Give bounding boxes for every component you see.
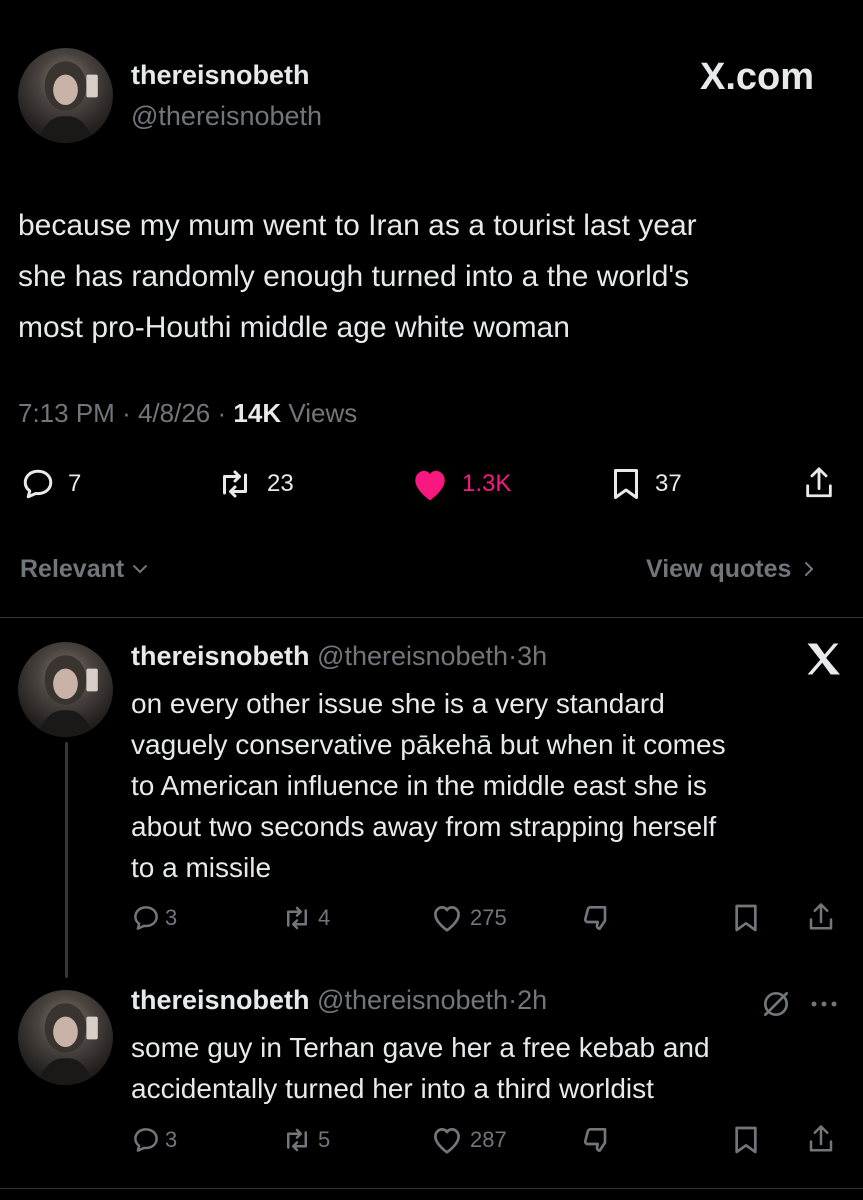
- downvote-button[interactable]: [580, 902, 614, 934]
- separator: ·: [508, 985, 518, 1015]
- downvote-icon: [580, 902, 614, 934]
- repost-button[interactable]: 4: [280, 903, 330, 933]
- repost-icon: [280, 1125, 314, 1155]
- x-logo-icon: [804, 642, 842, 676]
- post-date[interactable]: 4/8/26: [138, 398, 210, 428]
- divider: [0, 1188, 863, 1189]
- repost-icon: [215, 466, 255, 502]
- author-display-name[interactable]: thereisnobeth: [131, 60, 310, 91]
- reply-button[interactable]: 7: [20, 466, 81, 502]
- reply-text-line: vaguely conservative pākehā but when it …: [131, 729, 726, 760]
- bookmark-icon: [609, 466, 643, 502]
- separator: ·: [508, 641, 518, 671]
- reply-handle[interactable]: @thereisnobeth: [317, 985, 508, 1015]
- reply-text-line: to American influence in the middle east…: [131, 770, 707, 801]
- avatar[interactable]: [18, 48, 113, 143]
- reply-button[interactable]: 3: [131, 1125, 177, 1155]
- like-button[interactable]: 1.3K: [410, 466, 511, 502]
- post-text: because my mum went to Iran as a tourist…: [18, 200, 848, 353]
- reply-header: thereisnobeth @thereisnobeth·3h: [131, 641, 547, 672]
- muted-icon[interactable]: [760, 988, 792, 1020]
- bookmark-count: 37: [655, 470, 682, 497]
- downvote-icon: [580, 1124, 614, 1156]
- share-icon: [806, 900, 836, 934]
- bookmark-icon: [732, 902, 760, 934]
- repost-count: 23: [267, 470, 294, 497]
- repost-button[interactable]: 23: [215, 466, 294, 502]
- chevron-down-icon: [130, 559, 150, 579]
- heart-icon: [430, 903, 464, 933]
- bookmark-button[interactable]: 37: [609, 466, 682, 502]
- reply-text: some guy in Terhan gave her a free kebab…: [131, 1027, 851, 1109]
- reply-text-line: accidentally turned her into a third wor…: [131, 1073, 654, 1104]
- post-text-line: because my mum went to Iran as a tourist…: [18, 209, 697, 242]
- reply-text-line: some guy in Terhan gave her a free kebab…: [131, 1032, 710, 1063]
- reply-text-line: to a missile: [131, 852, 272, 883]
- reply-display-name[interactable]: thereisnobeth: [131, 985, 310, 1015]
- separator: ·: [217, 398, 227, 428]
- share-icon: [802, 464, 836, 502]
- thread-connector: [65, 742, 68, 978]
- chevron-right-icon: [801, 559, 817, 579]
- brand-label: X.com: [700, 56, 815, 98]
- post-meta: 7:13 PM · 4/8/26 · 14K Views: [18, 398, 357, 429]
- reply-icon: [131, 903, 161, 933]
- avatar[interactable]: [18, 990, 113, 1085]
- heart-filled-icon: [410, 466, 450, 502]
- reply-text: on every other issue she is a very stand…: [131, 683, 851, 888]
- post-time[interactable]: 7:13 PM: [18, 398, 115, 428]
- reply-count: 3: [165, 1127, 178, 1152]
- bookmark-button[interactable]: [732, 1124, 760, 1156]
- like-count: 287: [470, 1127, 507, 1152]
- repost-count: 5: [318, 1127, 331, 1152]
- reply-handle[interactable]: @thereisnobeth: [317, 641, 508, 671]
- heart-icon: [430, 1125, 464, 1155]
- reply-count: 3: [165, 905, 178, 930]
- post-text-line: most pro-Houthi middle age white woman: [18, 311, 570, 344]
- like-button[interactable]: 287: [430, 1125, 507, 1155]
- bookmark-button[interactable]: [732, 902, 760, 934]
- views-count: 14K: [233, 398, 282, 428]
- share-button[interactable]: [802, 464, 836, 502]
- repost-count: 4: [318, 905, 331, 930]
- share-button[interactable]: [806, 1122, 836, 1156]
- divider: [0, 617, 863, 618]
- author-handle[interactable]: @thereisnobeth: [131, 101, 322, 132]
- repost-button[interactable]: 5: [280, 1125, 330, 1155]
- sort-dropdown[interactable]: Relevant: [20, 552, 150, 586]
- reply-display-name[interactable]: thereisnobeth: [131, 641, 310, 671]
- like-count: 1.3K: [462, 470, 512, 497]
- repost-icon: [280, 903, 314, 933]
- downvote-button[interactable]: [580, 1124, 614, 1156]
- more-icon[interactable]: [808, 998, 840, 1010]
- reply-icon: [131, 1125, 161, 1155]
- reply-text-line: about two seconds away from strapping he…: [131, 811, 717, 842]
- like-button[interactable]: 275: [430, 903, 507, 933]
- view-quotes-link[interactable]: View quotes: [646, 552, 817, 586]
- share-button[interactable]: [806, 900, 836, 934]
- reply-icon: [20, 466, 56, 502]
- bookmark-icon: [732, 1124, 760, 1156]
- reply-text-line: on every other issue she is a very stand…: [131, 688, 665, 719]
- reply-age[interactable]: 3h: [517, 641, 547, 671]
- brand-watermark: X.com: [700, 56, 814, 99]
- separator: ·: [122, 398, 131, 428]
- post-text-line: she has randomly enough turned into a th…: [18, 260, 690, 293]
- view-quotes-label: View quotes: [646, 554, 792, 583]
- views-label: Views: [288, 398, 358, 428]
- share-icon: [806, 1122, 836, 1156]
- sort-label: Relevant: [20, 554, 125, 583]
- reply-count: 7: [68, 470, 82, 497]
- reply-header: thereisnobeth @thereisnobeth·2h: [131, 985, 547, 1016]
- avatar[interactable]: [18, 642, 113, 737]
- reply-age[interactable]: 2h: [517, 985, 547, 1015]
- reply-button[interactable]: 3: [131, 903, 177, 933]
- like-count: 275: [470, 905, 507, 930]
